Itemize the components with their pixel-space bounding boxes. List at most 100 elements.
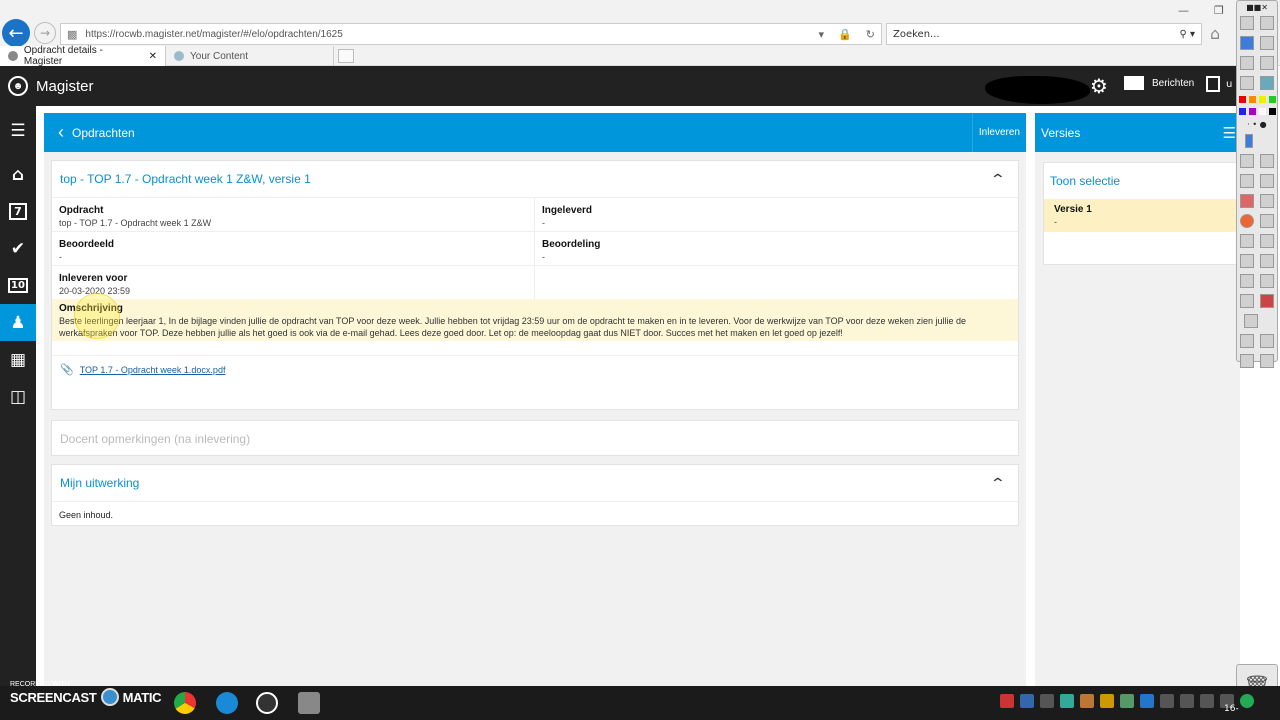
pen-icon[interactable] <box>1240 174 1254 188</box>
update-icon[interactable] <box>1240 694 1254 708</box>
tools-icon[interactable] <box>1260 36 1274 50</box>
tab-opdracht-details[interactable]: Opdracht details - Magister ✕ <box>0 45 166 67</box>
minimize-icon[interactable]: — <box>1178 4 1189 17</box>
white-swatch[interactable] <box>1258 107 1266 115</box>
menu-icon[interactable]: ☰ <box>0 106 36 156</box>
redo-icon[interactable] <box>1260 354 1274 368</box>
app-taskbar-icon[interactable] <box>256 692 278 714</box>
red-swatch[interactable] <box>1238 95 1246 103</box>
messages-button[interactable]: Berichten <box>1124 76 1194 90</box>
flask-icon[interactable] <box>1240 334 1254 348</box>
back-button[interactable]: ← <box>2 19 30 47</box>
scissors-icon[interactable] <box>1260 154 1274 168</box>
description-block: Omschrijving Beste leerlingen leerjaar 1… <box>52 299 1018 341</box>
whiteboard-icon[interactable] <box>1240 16 1254 30</box>
triangle-icon[interactable] <box>1240 274 1254 288</box>
tray-app-icon[interactable] <box>1060 694 1074 708</box>
deadline-label: Inleveren voor <box>59 273 128 284</box>
assignment-card-header[interactable]: top - TOP 1.7 - Opdracht week 1 Z&W, ver… <box>52 161 1018 197</box>
battery-icon[interactable] <box>1160 694 1174 708</box>
play-icon[interactable] <box>1240 76 1254 90</box>
dice-icon[interactable] <box>1260 294 1274 308</box>
tray-app-icon[interactable] <box>1080 694 1094 708</box>
edge-taskbar-icon[interactable] <box>216 692 238 714</box>
my-work-header[interactable]: Mijn uitwerking ⌃ <box>52 465 1018 501</box>
green-swatch[interactable] <box>1268 95 1276 103</box>
wifi-icon[interactable] <box>1180 694 1194 708</box>
list-menu-icon[interactable]: ☰ <box>1223 124 1236 142</box>
blue-swatch[interactable] <box>1238 107 1246 115</box>
purple-swatch[interactable] <box>1248 107 1256 115</box>
tray-app-icon[interactable] <box>1100 694 1114 708</box>
version-item[interactable]: Versie 1 - <box>1044 199 1239 232</box>
tasks-icon[interactable]: ✔ <box>0 230 36 267</box>
beoordeeld-label: Beoordeeld <box>59 239 115 250</box>
black-swatch[interactable] <box>1268 107 1276 115</box>
text-icon[interactable] <box>1260 254 1274 268</box>
shape-icon[interactable] <box>1240 214 1254 228</box>
search-icon[interactable]: ⚲ ▾ <box>1179 29 1195 40</box>
pen-size-icon[interactable]: · • ● <box>1247 120 1266 129</box>
restore-icon[interactable]: ❐ <box>1214 4 1224 17</box>
agenda-icon[interactable]: 7 <box>0 193 36 230</box>
portfolio-icon[interactable]: ◫ <box>0 378 36 415</box>
stamp-icon[interactable] <box>1240 234 1254 248</box>
notes-taskbar-icon[interactable] <box>298 692 320 714</box>
chevron-up-icon[interactable]: ⌃ <box>990 171 1006 188</box>
taskbar-clock[interactable]: 16- <box>1224 704 1239 714</box>
app-logo[interactable]: ☻ Magister <box>0 76 94 96</box>
gear-icon[interactable]: ⚙ <box>1090 74 1108 98</box>
forward-button[interactable]: → <box>34 22 56 44</box>
recycle-icon[interactable] <box>1260 334 1274 348</box>
schedule-add-icon[interactable]: ▦ <box>0 341 36 378</box>
ruler-icon[interactable] <box>1260 234 1274 248</box>
globe-icon[interactable] <box>1260 76 1274 90</box>
toolbar-row <box>1237 53 1277 73</box>
yellow-swatch[interactable] <box>1258 95 1266 103</box>
fill-icon[interactable] <box>1260 194 1274 208</box>
page-icon[interactable] <box>1240 56 1254 70</box>
volume-icon[interactable] <box>1200 694 1214 708</box>
layout-icon[interactable] <box>1260 16 1274 30</box>
toggle-selection-link[interactable]: Toon selectie <box>1044 163 1239 199</box>
logout-button[interactable]: u <box>1206 76 1232 92</box>
browser-search-input[interactable]: Zoeken... ⚲ ▾ <box>886 23 1202 45</box>
highlighter-icon[interactable] <box>1240 254 1254 268</box>
pointer-icon[interactable] <box>1240 154 1254 168</box>
eraser-icon[interactable] <box>1240 194 1254 208</box>
address-bar[interactable]: ▩ https://rocwb.magister.net/magister/#/… <box>60 23 882 45</box>
spotlight-icon[interactable] <box>1243 314 1258 328</box>
print-icon[interactable] <box>1260 56 1274 70</box>
tab-your-content[interactable]: Your Content <box>166 46 334 66</box>
toolbar-row <box>1237 291 1277 311</box>
my-work-card: Mijn uitwerking ⌃ Geen inhoud. <box>51 464 1019 526</box>
studyguide-icon[interactable]: ♟ <box>0 304 36 341</box>
screen-icon[interactable] <box>1240 36 1254 50</box>
opdracht-cell: Opdracht top - TOP 1.7 - Opdracht week 1… <box>52 198 535 231</box>
marker-icon[interactable] <box>1260 174 1274 188</box>
undo-icon[interactable] <box>1240 354 1254 368</box>
chevron-up-icon[interactable]: ⌃ <box>990 475 1006 492</box>
calculator-icon[interactable] <box>1240 294 1254 308</box>
tray-close-icon[interactable] <box>1000 694 1014 708</box>
close-icon[interactable]: ■■✕ <box>1246 3 1268 12</box>
back-to-opdrachten-link[interactable]: ‹ Opdrachten <box>44 122 135 143</box>
home-browser-icon[interactable]: ⌂ <box>1210 24 1220 43</box>
attachment-link[interactable]: TOP 1.7 - Opdracht week 1.docx.pdf <box>80 365 226 375</box>
submit-button[interactable]: Inleveren <box>971 113 1026 152</box>
close-tab-icon[interactable]: ✕ <box>149 51 157 62</box>
tray-app-icon[interactable] <box>1040 694 1054 708</box>
color-swatches <box>1237 105 1277 117</box>
tray-app-icon[interactable] <box>1120 694 1134 708</box>
grades-icon[interactable]: 10 <box>0 267 36 304</box>
new-tab-button[interactable] <box>338 49 354 63</box>
dropdown-icon[interactable]: ▾ <box>819 28 825 41</box>
protractor-icon[interactable] <box>1260 274 1274 288</box>
bluetooth-icon[interactable] <box>1140 694 1154 708</box>
line-icon[interactable] <box>1260 214 1274 228</box>
tray-app-icon[interactable] <box>1020 694 1034 708</box>
refresh-icon[interactable]: ↻ <box>866 28 875 41</box>
home-icon[interactable]: ⌂ <box>0 156 36 193</box>
orange-swatch[interactable] <box>1248 95 1256 103</box>
chrome-taskbar-icon[interactable] <box>174 692 196 714</box>
